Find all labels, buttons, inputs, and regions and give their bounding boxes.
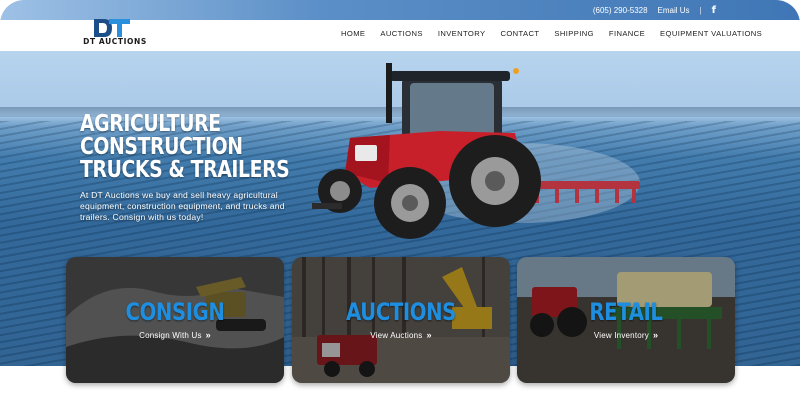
logo-text: DT AUCTIONS [83, 37, 147, 46]
consign-card[interactable]: CONSIGN Consign With Us» [66, 257, 284, 383]
svg-text:DT: DT [101, 31, 103, 33]
topbar-separator: | [699, 5, 702, 15]
retail-card[interactable]: RETAIL View Inventory» [517, 257, 735, 383]
nav-contact[interactable]: CONTACT [500, 29, 539, 38]
consign-card-link[interactable]: Consign With Us» [66, 330, 284, 340]
auctions-link-label: View Auctions [370, 331, 423, 340]
consign-card-title: CONSIGN [125, 298, 225, 326]
chevron-right-icon: » [426, 330, 432, 340]
tractor-image [312, 63, 640, 239]
auctions-card-link[interactable]: View Auctions» [292, 330, 510, 340]
nav-shipping[interactable]: SHIPPING [554, 29, 594, 38]
auctions-card[interactable]: AUCTIONS View Auctions» [292, 257, 510, 383]
hero-title-line-2: CONSTRUCTION [80, 134, 243, 160]
nav-finance[interactable]: FINANCE [609, 29, 645, 38]
retail-link-label: View Inventory [593, 331, 649, 340]
email-link[interactable]: Email Us [658, 6, 690, 15]
main-nav: HOME AUCTIONS INVENTORY CONTACT SHIPPING… [341, 29, 762, 38]
nav-auctions[interactable]: AUCTIONS [380, 29, 422, 38]
hero-title-line-3: TRUCKS & TRAILERS [80, 157, 290, 183]
hero-title-line-1: AGRICULTURE [80, 111, 221, 137]
page-frame: (605) 290-5328 Email Us | f DT DT AUCTIO… [0, 0, 800, 406]
nav-home[interactable]: HOME [341, 29, 365, 38]
auctions-card-title: AUCTIONS [346, 298, 456, 326]
retail-card-title: RETAIL [589, 298, 663, 326]
hero-title: AGRICULTURE CONSTRUCTION TRUCKS & TRAILE… [80, 111, 290, 183]
logo-mark: DT [94, 19, 130, 37]
consign-link-label: Consign With Us [139, 331, 202, 340]
site-header: DT DT AUCTIONS HOME AUCTIONS INVENTORY C… [0, 17, 800, 51]
logo[interactable]: DT DT AUCTIONS [78, 17, 152, 49]
nav-inventory[interactable]: INVENTORY [438, 29, 486, 38]
chevron-right-icon: » [652, 330, 659, 340]
nav-equipment-valuations[interactable]: EQUIPMENT VALUATIONS [660, 29, 762, 38]
phone-number[interactable]: (605) 290-5328 [593, 6, 648, 15]
facebook-icon[interactable]: f [712, 5, 716, 16]
hero-subtitle: At DT Auctions we buy and sell heavy agr… [80, 190, 285, 222]
retail-card-link[interactable]: View Inventory» [517, 330, 735, 340]
chevron-right-icon: » [205, 330, 211, 340]
